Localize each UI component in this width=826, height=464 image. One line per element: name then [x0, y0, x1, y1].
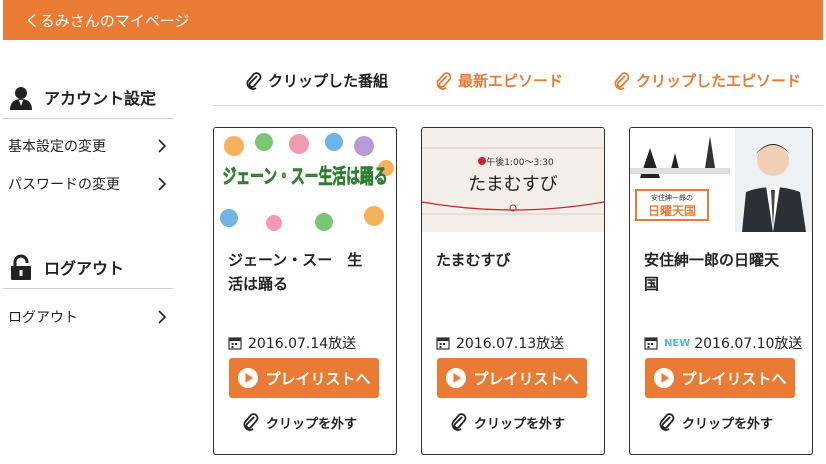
playlist-button[interactable]: プレイリストへ [437, 358, 587, 398]
divider [3, 288, 173, 289]
program-thumbnail[interactable]: 安住紳一郎の 日曜天国 [630, 128, 812, 232]
program-card[interactable]: ジェーン・スー生活は踊る ジェーン・スー 生 活は踊る 2016.07.14放送… [213, 127, 397, 455]
broadcast-date: 2016.07.13放送 [436, 333, 564, 353]
chevron-right-icon [158, 310, 167, 324]
program-title[interactable]: ジェーン・スー 生 活は踊る [228, 248, 384, 296]
chevron-right-icon [158, 139, 167, 153]
program-title[interactable]: 安住紳一郎の日曜天 国 [644, 248, 800, 296]
logout-heading-label: ログアウト [44, 259, 125, 278]
program-title-line: ジェーン・スー 生 [228, 251, 363, 269]
program-thumbnail-illustration: ジェーン・スー生活は踊る [220, 133, 394, 231]
chevron-right-icon [158, 177, 167, 191]
program-title-line: 安住紳一郎の日曜天 [644, 251, 780, 269]
person-icon [10, 87, 32, 110]
calendar-icon [228, 337, 242, 350]
broadcast-date: 2016.07.14放送 [228, 333, 356, 353]
playlist-button-label: プレイリストへ [265, 369, 371, 388]
logout-heading: ログアウト [8, 254, 124, 280]
unclip-label: クリップを外す [266, 416, 358, 432]
page-header: くるみさんのマイページ [3, 0, 823, 40]
playlist-button[interactable]: プレイリストへ [645, 358, 795, 398]
unclip-button[interactable]: クリップを外す [242, 412, 357, 432]
program-title[interactable]: たまむすび [436, 248, 592, 272]
broadcast-date-text: 2016.07.10放送 [694, 336, 803, 352]
program-title-line: 活は踊る [228, 275, 289, 293]
paperclip-icon [614, 71, 630, 90]
tab-label: クリップしたエピソード [636, 72, 802, 90]
account-settings-heading: アカウント設定 [8, 84, 156, 110]
paperclip-icon [243, 413, 259, 431]
calendar-icon [436, 337, 450, 350]
unclip-button[interactable]: クリップを外す [450, 412, 565, 432]
broadcast-date: NEW 2016.07.10放送 [644, 333, 802, 353]
program-thumbnail-illustration: 午後1:00～3:30 たまむすび [422, 147, 604, 215]
play-icon [446, 368, 467, 388]
sidebar-item-basic-settings[interactable]: 基本設定の変更 [8, 134, 170, 158]
sidebar-item-label: ログアウト [8, 310, 78, 326]
unclip-label: クリップを外す [682, 416, 774, 432]
account-settings-label: アカウント設定 [44, 89, 157, 108]
padlock-icon [11, 254, 31, 280]
playlist-button[interactable]: プレイリストへ [229, 358, 379, 398]
unclip-button[interactable]: クリップを外す [658, 412, 773, 432]
new-badge: NEW [664, 337, 691, 349]
unclip-label: クリップを外す [474, 416, 566, 432]
sidebar-item-password[interactable]: パスワードの変更 [8, 172, 170, 196]
thumb-text: 日曜天国 [648, 204, 696, 218]
sidebar-item-label: パスワードの変更 [8, 177, 120, 193]
play-icon [238, 368, 259, 388]
thumb-text: ジェーン・スー生活は踊る [223, 164, 388, 188]
divider [3, 118, 173, 119]
tab-label: 最新エピソード [458, 72, 564, 90]
playlist-button-label: プレイリストへ [473, 369, 579, 388]
thumb-subtext: 午後1:00～3:30 [486, 156, 554, 168]
program-card[interactable]: 安住紳一郎の 日曜天国 安住紳一郎の日曜天 国 NEW 2016.07.10放送… [629, 127, 813, 455]
program-thumbnail-illustration: 安住紳一郎の 日曜天国 [630, 128, 812, 232]
broadcast-date-text: 2016.07.14放送 [248, 336, 357, 352]
program-card[interactable]: 午後1:00～3:30 たまむすび たまむすび 2016.07.13放送 プレイ… [421, 127, 605, 455]
program-thumbnail[interactable]: 午後1:00～3:30 たまむすび [422, 128, 604, 232]
broadcast-date-text: 2016.07.13放送 [456, 336, 565, 352]
paperclip-icon [246, 71, 262, 90]
sidebar-item-logout[interactable]: ログアウト [8, 305, 170, 329]
program-title-line: 国 [644, 275, 660, 293]
tabs-divider [213, 105, 823, 106]
tab-latest-episodes[interactable]: 最新エピソード [435, 70, 563, 91]
thumb-subtext: 安住紳一郎の [651, 193, 693, 202]
page-title: くるみさんのマイページ [25, 12, 190, 30]
calendar-icon [644, 337, 658, 350]
paperclip-icon [451, 413, 467, 431]
paperclip-icon [436, 71, 452, 90]
thumb-text: たまむすび [468, 174, 557, 195]
tab-clipped-episodes[interactable]: クリップしたエピソード [613, 70, 801, 91]
paperclip-icon [659, 413, 675, 431]
program-thumbnail[interactable]: ジェーン・スー生活は踊る [214, 128, 396, 232]
tab-label: クリップした番組 [268, 72, 389, 90]
playlist-button-label: プレイリストへ [681, 369, 787, 388]
sidebar-item-label: 基本設定の変更 [8, 139, 106, 155]
program-title-line: たまむすび [436, 251, 511, 269]
tab-clipped-programs[interactable]: クリップした番組 [245, 70, 388, 91]
play-icon [654, 368, 675, 388]
